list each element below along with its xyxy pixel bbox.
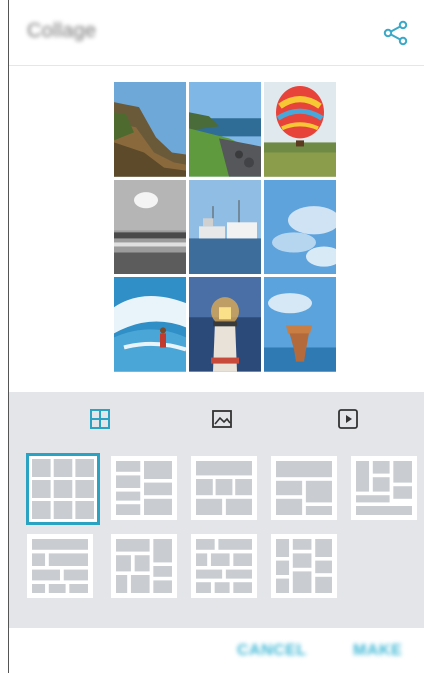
grid-layout-icon (90, 409, 110, 429)
layout-option-6[interactable] (27, 534, 93, 598)
collage-photo-cliff-coast[interactable] (114, 82, 186, 177)
tab-layout[interactable] (87, 406, 113, 432)
panel-tabs (9, 392, 424, 442)
collage-photo-rocky-shore[interactable] (189, 82, 261, 177)
collage-preview[interactable] (114, 82, 336, 372)
collage-photo-blue-sky-clouds[interactable] (264, 179, 336, 275)
app-window: Collage CANCEL MAKE (8, 0, 424, 673)
tab-video[interactable] (335, 406, 361, 432)
share-icon (383, 20, 408, 46)
collage-photo-harbor-ships[interactable] (189, 179, 261, 275)
layout-option-2[interactable] (111, 456, 177, 520)
layout-option-7[interactable] (111, 534, 177, 598)
layout-option-4[interactable] (271, 456, 337, 520)
collage-photo-hot-air-balloon[interactable] (264, 82, 336, 177)
layout-panel (9, 392, 424, 628)
tab-background[interactable] (209, 406, 235, 432)
bottom-action-bar: CANCEL MAKE (9, 628, 424, 673)
collage-photo-lighthouse-dusk[interactable] (189, 277, 261, 372)
collage-photo-rock-formation-sea[interactable] (264, 277, 336, 372)
layout-option-9[interactable] (271, 534, 337, 598)
layout-option-8[interactable] (191, 534, 257, 598)
page-title: Collage (27, 20, 97, 42)
collage-photo-sun-over-water[interactable] (114, 179, 186, 275)
layout-option-1[interactable] (26, 453, 100, 525)
layout-option-5[interactable] (351, 456, 417, 520)
share-button[interactable] (381, 18, 411, 48)
make-button[interactable]: MAKE (353, 642, 402, 660)
image-icon (212, 410, 232, 428)
play-icon (338, 409, 358, 429)
collage-photo-surfer-wave[interactable] (114, 277, 186, 372)
layout-option-3[interactable] (191, 456, 257, 520)
top-bar: Collage (9, 0, 424, 66)
cancel-button[interactable]: CANCEL (237, 642, 307, 660)
